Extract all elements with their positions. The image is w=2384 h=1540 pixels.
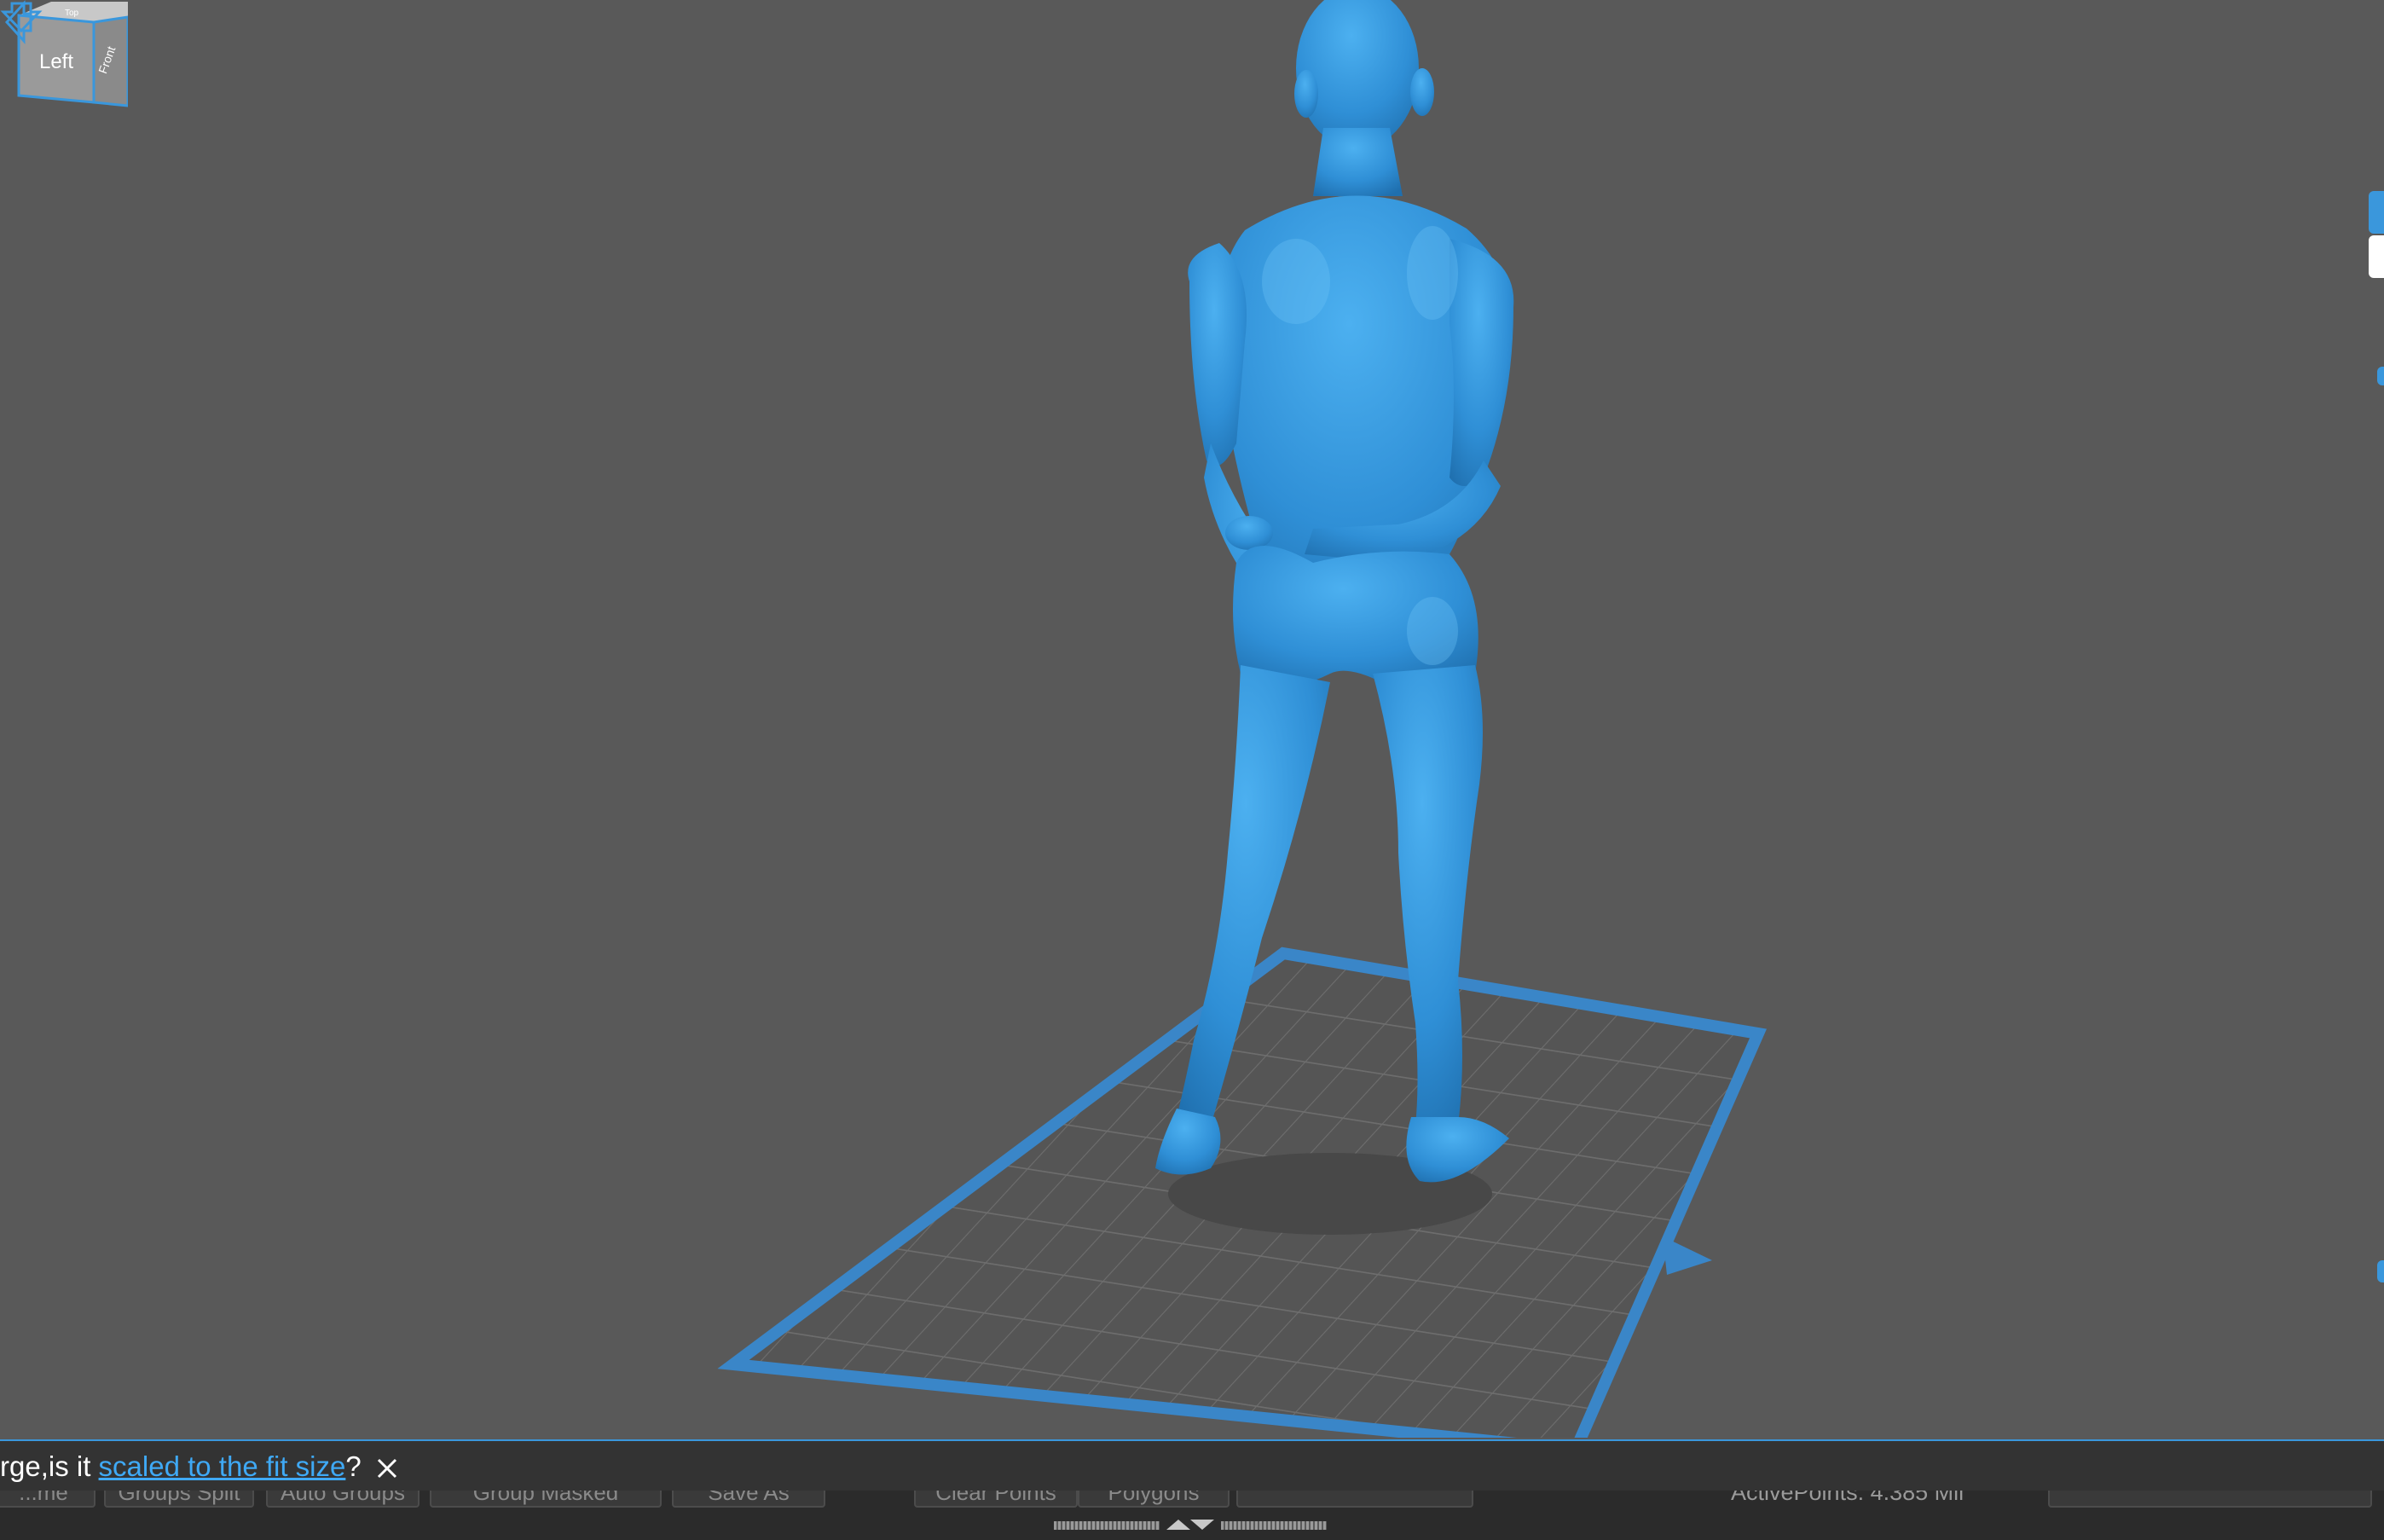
bottom-toolbar: ...me Groups Split Auto Groups Group Mas… (0, 1491, 2384, 1540)
rotate-down-icon[interactable] (0, 0, 43, 34)
clear-points-button[interactable]: Clear Points (914, 1491, 1078, 1508)
scene (717, 0, 1768, 1438)
notification-message: rge,is it scaled to the fit size? (0, 1441, 400, 1492)
grip-left (1054, 1521, 1160, 1530)
polygons-button[interactable]: Polygons (1078, 1491, 1230, 1508)
view-cube-left-label: Left (39, 50, 73, 73)
groups-split-button[interactable]: Groups Split (104, 1491, 254, 1508)
grip-right (1221, 1521, 1327, 1530)
collapse-toggle-icon[interactable] (1165, 1516, 1216, 1533)
auto-groups-button[interactable]: Auto Groups (266, 1491, 420, 1508)
bed-marker (1663, 1236, 1712, 1275)
side-panel-marker (2377, 1260, 2384, 1282)
close-icon[interactable] (374, 1456, 400, 1481)
notification-suffix: ? (345, 1450, 362, 1482)
view-cube-top-label: Top (65, 9, 79, 18)
side-panel-tab-active[interactable] (2369, 191, 2384, 234)
toolbar-field[interactable] (2048, 1491, 2372, 1508)
scale-to-fit-link[interactable]: scaled to the fit size (99, 1450, 346, 1482)
side-panel-marker (2377, 367, 2384, 385)
group-masked-button[interactable]: Group Masked (430, 1491, 662, 1508)
notification-text: rge,is it (0, 1450, 99, 1482)
collapse-toggle[interactable] (1054, 1516, 1327, 1533)
toolbar-button[interactable]: ...me (0, 1491, 95, 1508)
active-points-readout: ActivePoints: 4.385 Mil (1731, 1491, 1964, 1505)
notification-bar: rge,is it scaled to the fit size? (0, 1439, 2384, 1492)
side-panel-tab[interactable] (2369, 235, 2384, 278)
3d-viewport[interactable]: Left Front Top (0, 0, 2384, 1438)
toolbar-button[interactable] (1236, 1491, 1473, 1508)
save-as-button[interactable]: Save As (672, 1491, 825, 1508)
